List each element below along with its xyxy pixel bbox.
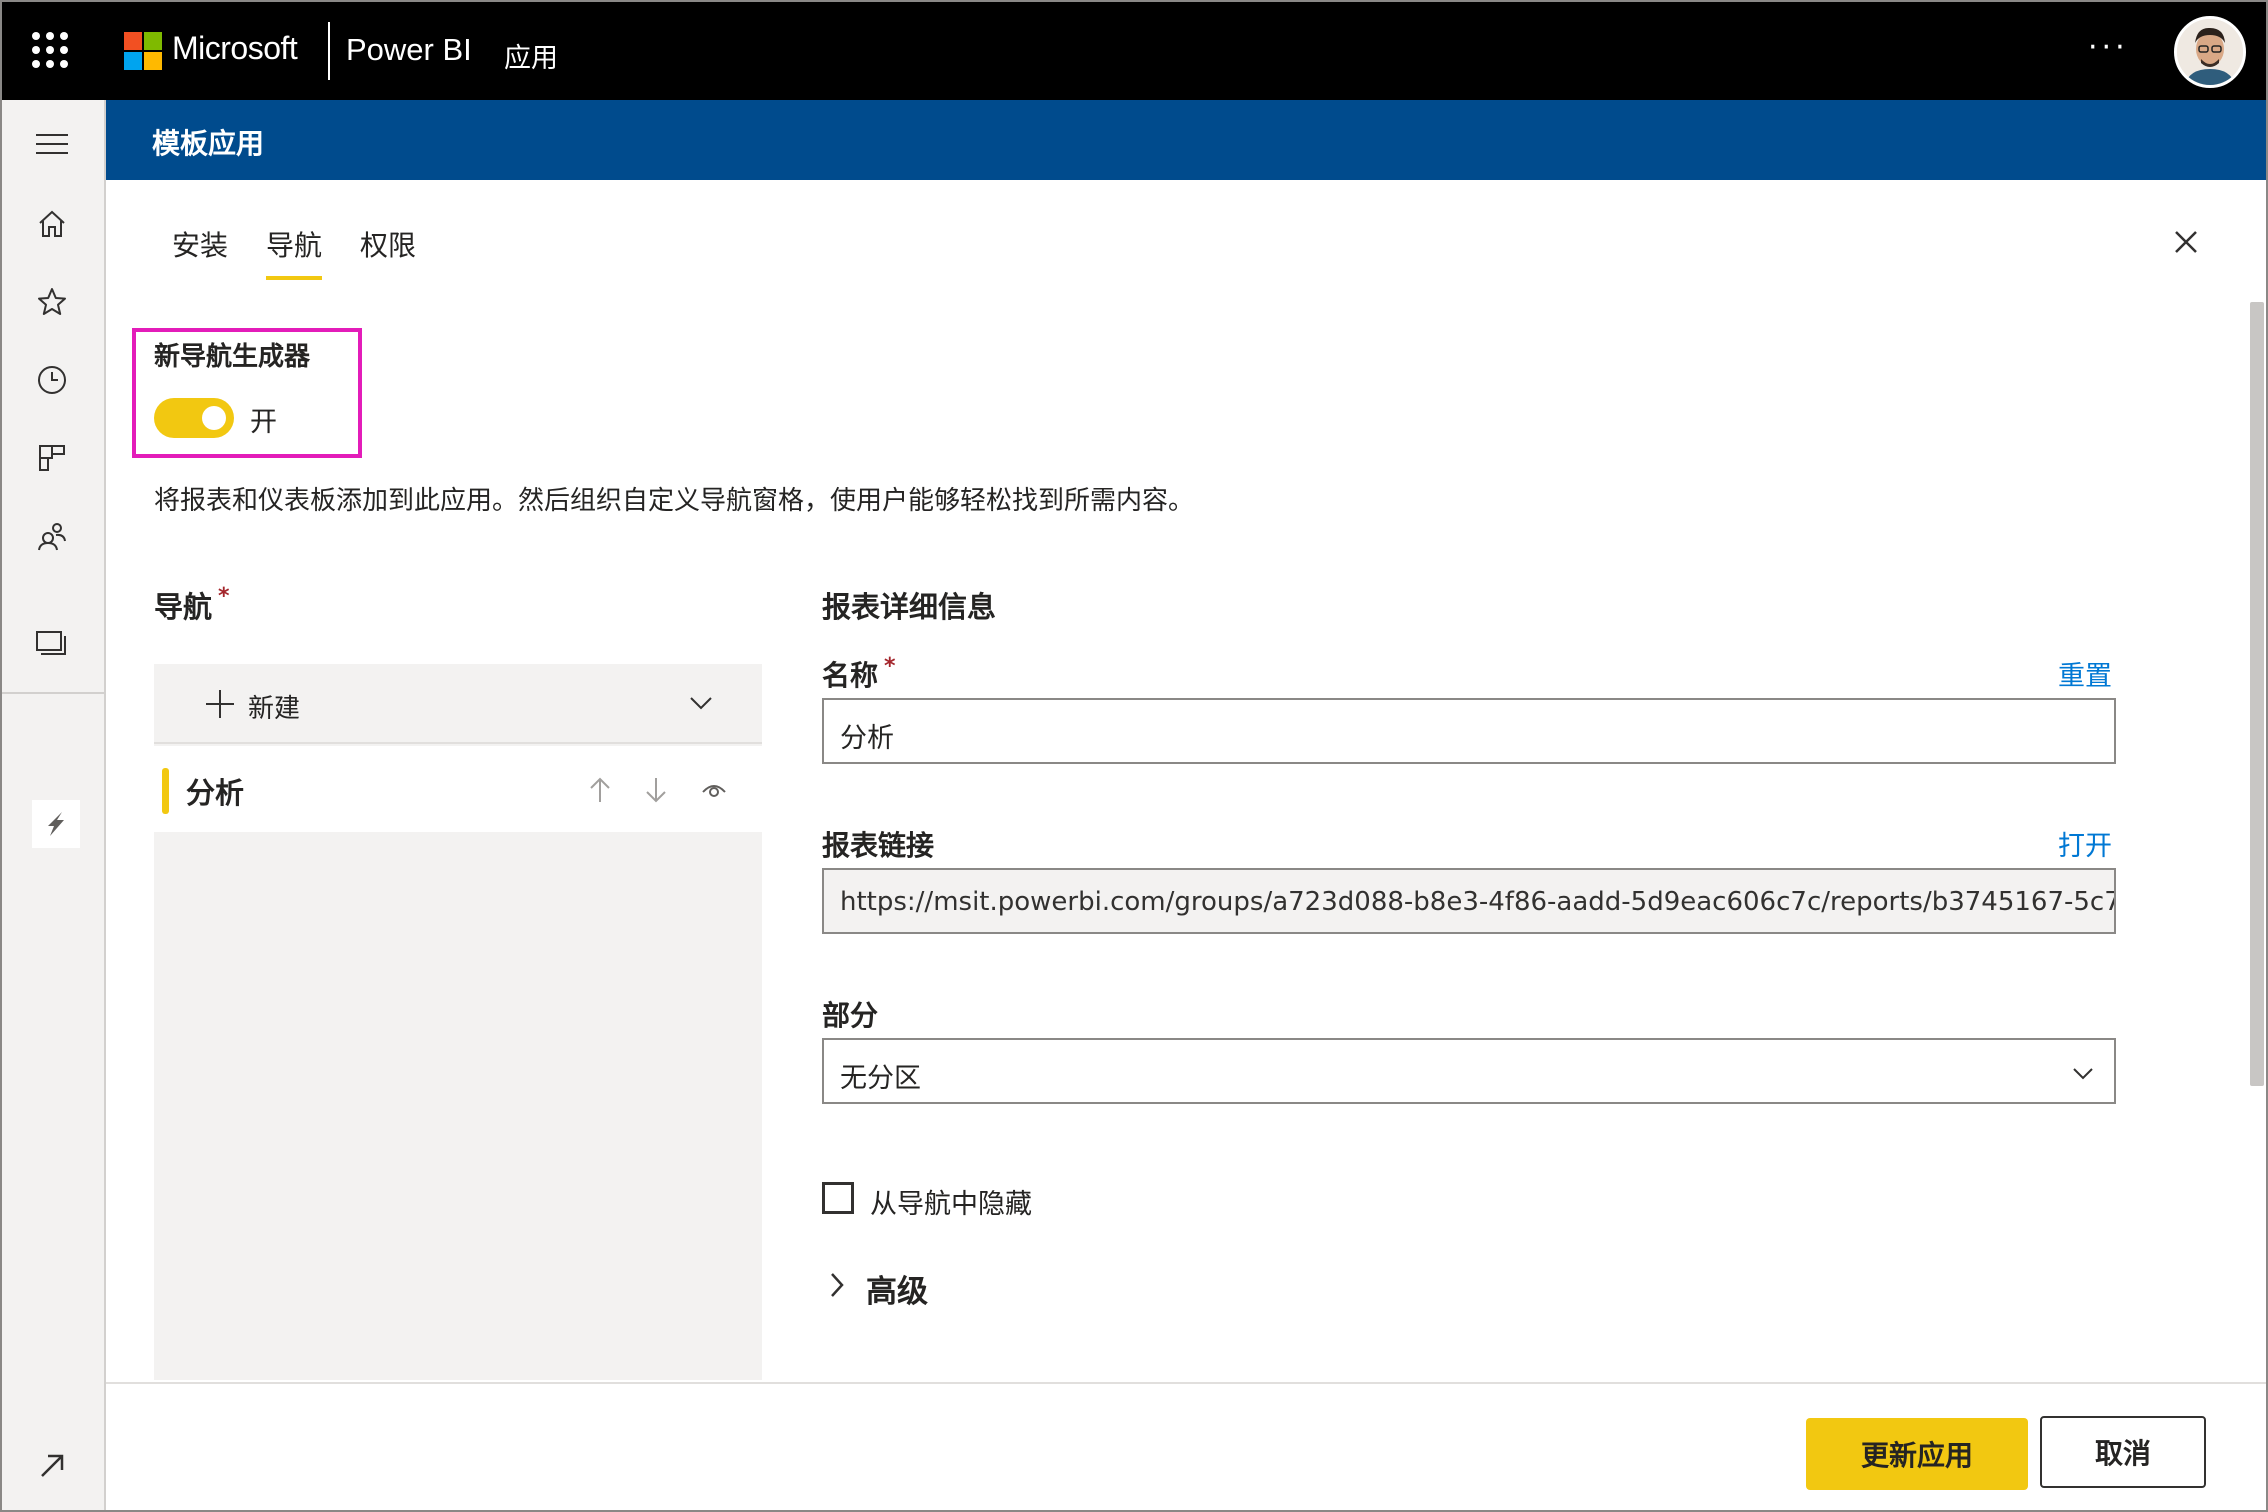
nav-builder-toggle[interactable] — [154, 398, 234, 438]
report-link-field[interactable]: https://msit.powerbi.com/groups/a723d088… — [822, 868, 2116, 934]
section-selected-value: 无分区 — [840, 1063, 921, 1094]
required-mark: * — [218, 584, 230, 609]
close-icon[interactable] — [2166, 222, 2206, 262]
hide-from-nav-label[interactable]: 从导航中隐藏 — [870, 1182, 1032, 1221]
workspace-header: 模板应用 — [106, 100, 2266, 180]
cancel-button[interactable]: 取消 — [2040, 1416, 2206, 1488]
recent-clock-icon[interactable] — [30, 358, 74, 402]
new-item-button[interactable]: 新建 — [154, 664, 762, 744]
toggle-knob — [202, 406, 226, 430]
hide-from-nav-checkbox[interactable] — [822, 1182, 854, 1214]
apps-icon[interactable] — [30, 436, 74, 480]
arrow-down-icon[interactable] — [642, 776, 670, 804]
microsoft-logo-icon — [124, 32, 162, 70]
name-input[interactable]: 分析 — [822, 698, 2116, 764]
avatar[interactable] — [2174, 16, 2246, 88]
home-icon[interactable] — [30, 202, 74, 246]
app-tile-icon[interactable] — [32, 800, 80, 848]
description-text: 将报表和仪表板添加到此应用。然后组织自定义导航窗格，使用户能够轻松找到所需内容。 — [154, 486, 1195, 516]
rail-divider — [2, 692, 106, 694]
section-field-label: 部分 — [822, 999, 879, 1032]
page-title: 模板应用 — [152, 127, 265, 160]
new-item-label: 新建 — [248, 694, 301, 724]
workspaces-icon[interactable] — [30, 622, 74, 666]
report-link-label: 报表链接 — [822, 829, 935, 862]
shared-people-icon[interactable] — [30, 514, 74, 558]
expand-icon[interactable] — [30, 1444, 74, 1488]
chevron-down-icon[interactable] — [686, 688, 716, 718]
report-details-heading: 报表详细信息 — [822, 590, 997, 624]
app-launcher-icon[interactable] — [32, 32, 68, 68]
name-label-text: 名称 — [822, 659, 879, 692]
tab-navigation[interactable]: 导航 — [266, 224, 323, 280]
brand-name: Microsoft — [172, 30, 298, 66]
navigation-panel: 新建 分析 — [154, 664, 762, 1380]
nav-item-label: 分析 — [186, 776, 245, 810]
scrollbar[interactable] — [2250, 302, 2264, 1086]
arrow-up-icon[interactable] — [586, 776, 614, 804]
update-app-button[interactable]: 更新应用 — [1806, 1418, 2028, 1490]
app-window: Microsoft Power BI 应用 ··· 模板应用 安装 导航 权限 … — [0, 0, 2268, 1512]
top-bar: Microsoft Power BI 应用 ··· — [2, 2, 2266, 100]
nav-list-item[interactable]: 分析 — [154, 746, 762, 832]
navigation-heading-text: 导航 — [154, 590, 213, 624]
brand-divider — [328, 22, 330, 80]
tab-permissions[interactable]: 权限 — [360, 224, 416, 280]
main-content: 安装 导航 权限 新导航生成器 开 将报表和仪表板添加到此应用。然后组织自定义导… — [106, 180, 2266, 1510]
toggle-state-label: 开 — [250, 407, 277, 438]
product-name[interactable]: Power BI — [346, 32, 472, 68]
tab-strip: 安装 导航 权限 — [172, 224, 454, 280]
tab-install[interactable]: 安装 — [172, 224, 228, 280]
nav-builder-title: 新导航生成器 — [154, 342, 311, 372]
favorites-star-icon[interactable] — [30, 280, 74, 324]
name-required-mark: * — [884, 654, 896, 679]
dialog-footer: 更新应用 取消 — [106, 1382, 2266, 1510]
eye-visibility-icon[interactable] — [700, 776, 728, 804]
menu-icon[interactable] — [30, 122, 74, 166]
chevron-right-icon[interactable] — [822, 1270, 852, 1300]
plus-icon — [204, 688, 236, 720]
selected-indicator — [162, 768, 169, 814]
section-label: 应用 — [504, 43, 558, 74]
section-dropdown[interactable]: 无分区 — [822, 1038, 2116, 1104]
more-options-icon[interactable]: ··· — [2088, 30, 2129, 65]
reset-link[interactable]: 重置 — [2058, 654, 2112, 693]
name-field-label: 名称 * — [822, 654, 896, 694]
left-nav-rail — [2, 100, 106, 1510]
navigation-heading: 导航 * — [154, 584, 230, 626]
open-link[interactable]: 打开 — [2058, 824, 2112, 863]
chevron-down-icon — [2070, 1060, 2096, 1086]
advanced-section-toggle[interactable]: 高级 — [866, 1266, 928, 1311]
